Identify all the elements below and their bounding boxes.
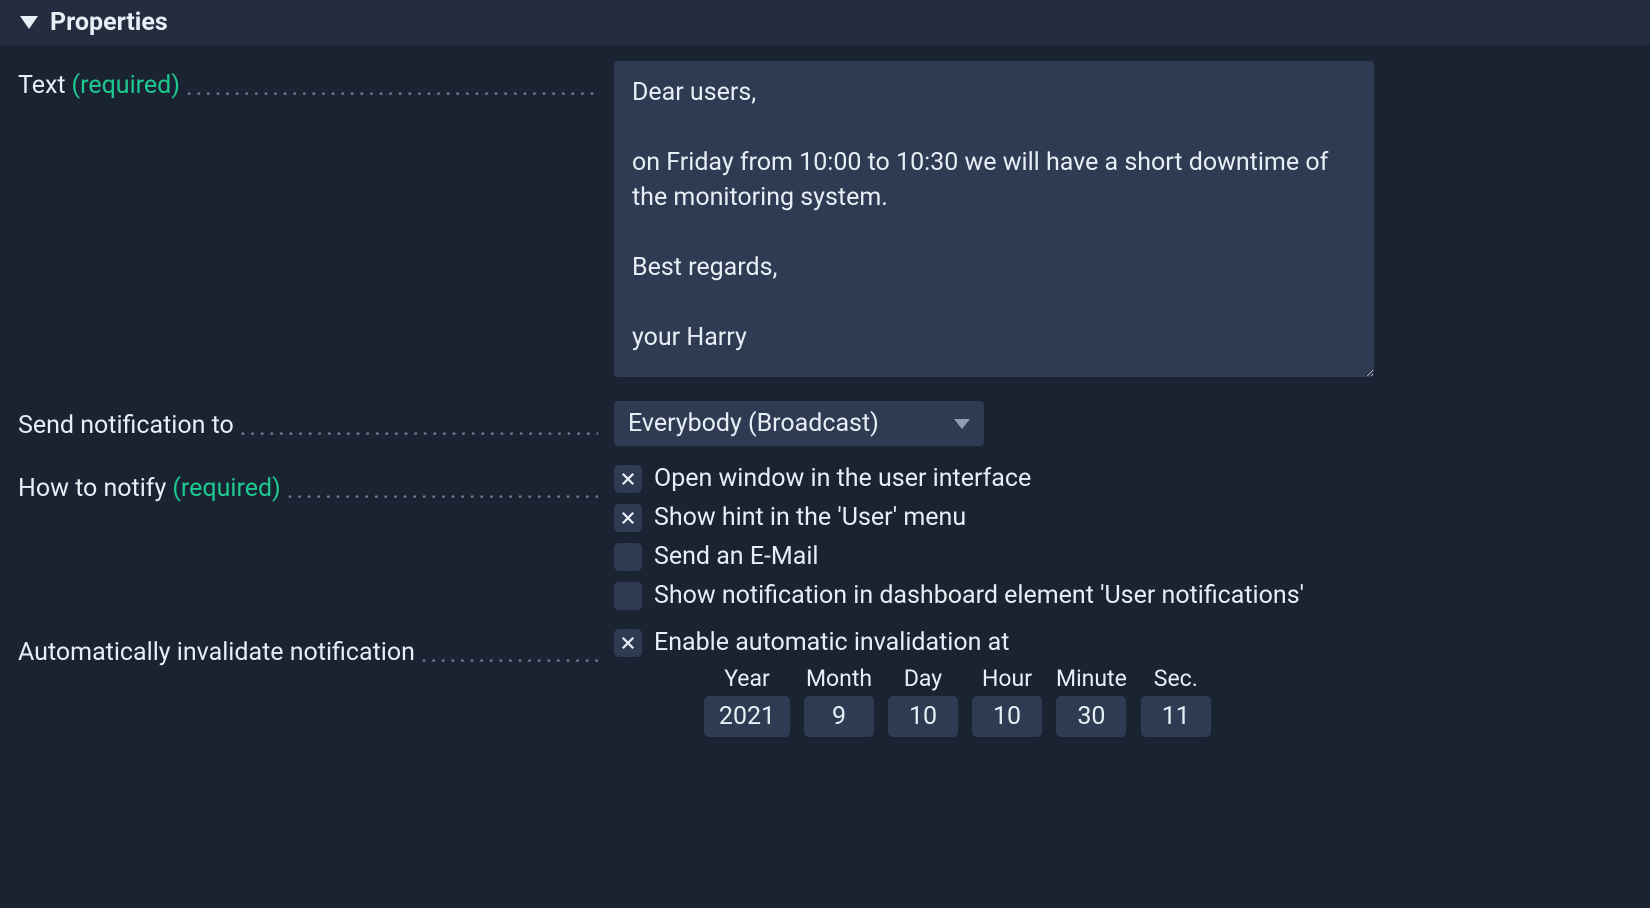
notify-option-open-window: Open window in the user interface xyxy=(614,464,1632,493)
label-dots: ........................................… xyxy=(421,640,598,670)
dt-field-hour: Hour xyxy=(972,665,1042,737)
dt-input-day[interactable] xyxy=(888,696,958,737)
label-col-send-to: Send notification to ...................… xyxy=(18,401,598,441)
label-dots: ........................................… xyxy=(287,476,598,506)
dt-label-minute: Minute xyxy=(1056,665,1127,692)
dt-label-sec: Sec. xyxy=(1154,665,1198,692)
collapse-icon xyxy=(20,16,38,29)
datetime-row: Year Month Day Hour xyxy=(704,665,1632,737)
value-col-how-to-notify: Open window in the user interface Show h… xyxy=(598,464,1632,610)
text-input[interactable] xyxy=(614,61,1374,377)
dt-label-month: Month xyxy=(806,665,872,692)
value-col-send-to: Everybody (Broadcast) xyxy=(598,401,1632,446)
checkbox-label: Open window in the user interface xyxy=(654,464,1031,493)
row-auto-invalidate: Automatically invalidate notification ..… xyxy=(18,628,1632,737)
checkbox-open-window[interactable] xyxy=(614,465,642,493)
dt-input-month[interactable] xyxy=(804,696,874,737)
label-auto-invalidate: Automatically invalidate notification xyxy=(18,638,421,667)
dt-field-sec: Sec. xyxy=(1141,665,1211,737)
checkbox-label: Show hint in the 'User' menu xyxy=(654,503,966,532)
checkbox-label: Send an E-Mail xyxy=(654,542,819,571)
checkbox-auto-invalidate-enable[interactable] xyxy=(614,629,642,657)
dt-input-hour[interactable] xyxy=(972,696,1042,737)
send-to-selected: Everybody (Broadcast) xyxy=(628,409,879,438)
required-marker: (required) xyxy=(172,474,286,503)
checkbox-label: Enable automatic invalidation at xyxy=(654,628,1009,657)
required-marker: (required) xyxy=(72,71,186,100)
notify-option-show-hint: Show hint in the 'User' menu xyxy=(614,503,1632,532)
label-text: Text xyxy=(18,71,72,100)
row-text: Text (required) ........................… xyxy=(18,61,1632,383)
dt-label-day: Day xyxy=(904,665,942,692)
dt-field-year: Year xyxy=(704,665,790,737)
row-how-to-notify: How to notify (required) ...............… xyxy=(18,464,1632,610)
label-how-to-notify: How to notify xyxy=(18,474,172,503)
panel-title: Properties xyxy=(50,8,168,37)
label-col-text: Text (required) ........................… xyxy=(18,61,598,101)
dt-label-year: Year xyxy=(724,665,770,692)
dt-label-hour: Hour xyxy=(982,665,1032,692)
chevron-down-icon xyxy=(954,419,970,429)
dt-field-minute: Minute xyxy=(1056,665,1127,737)
properties-panel: Properties Text (required) .............… xyxy=(0,0,1650,779)
dt-input-sec[interactable] xyxy=(1141,696,1211,737)
dt-field-month: Month xyxy=(804,665,874,737)
label-col-how-to-notify: How to notify (required) ...............… xyxy=(18,464,598,504)
notify-checkbox-list: Open window in the user interface Show h… xyxy=(614,464,1632,610)
checkbox-label: Show notification in dashboard element '… xyxy=(654,581,1304,610)
dt-input-year[interactable] xyxy=(704,696,790,737)
panel-header[interactable]: Properties xyxy=(0,0,1650,45)
label-dots: ........................................… xyxy=(186,73,598,103)
send-to-select[interactable]: Everybody (Broadcast) xyxy=(614,401,984,446)
value-col-text xyxy=(598,61,1632,383)
auto-invalidate-enable: Enable automatic invalidation at xyxy=(614,628,1632,657)
checkbox-dashboard[interactable] xyxy=(614,582,642,610)
notify-option-dashboard: Show notification in dashboard element '… xyxy=(614,581,1632,610)
value-col-auto-invalidate: Enable automatic invalidation at Year Mo… xyxy=(598,628,1632,737)
row-send-to: Send notification to ...................… xyxy=(18,401,1632,446)
label-col-auto-invalidate: Automatically invalidate notification ..… xyxy=(18,628,598,668)
form-body: Text (required) ........................… xyxy=(0,45,1650,779)
notify-option-send-email: Send an E-Mail xyxy=(614,542,1632,571)
label-send-to: Send notification to xyxy=(18,411,240,440)
checkbox-show-hint[interactable] xyxy=(614,504,642,532)
checkbox-send-email[interactable] xyxy=(614,543,642,571)
label-dots: ........................................… xyxy=(240,413,598,443)
dt-input-minute[interactable] xyxy=(1056,696,1126,737)
dt-field-day: Day xyxy=(888,665,958,737)
